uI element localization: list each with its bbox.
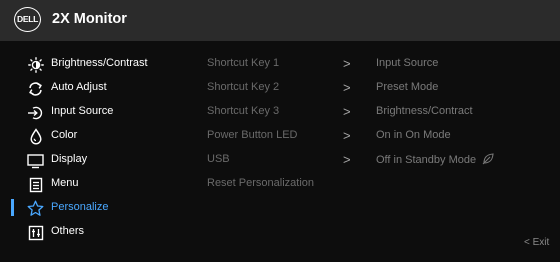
menu-item-label: Input Source [51, 105, 114, 117]
exit-button[interactable]: < Exit [524, 237, 549, 248]
menu-item-auto-adjust[interactable]: Auto Adjust [0, 77, 200, 99]
others-icon [27, 224, 44, 241]
star-icon [27, 200, 44, 217]
usb-option[interactable]: USB [207, 153, 230, 165]
color-icon [27, 128, 44, 145]
shortcut-key-2-option[interactable]: Shortcut Key 2 [207, 81, 279, 93]
menu-item-display[interactable]: Display [0, 149, 200, 171]
display-icon [27, 152, 44, 169]
menu-item-label: Menu [51, 177, 79, 189]
menu-item-input-source[interactable]: Input Source [0, 101, 200, 123]
menu-item-brightness-contrast[interactable]: Brightness/Contrast [0, 53, 200, 75]
shortcut-key-1-option[interactable]: Shortcut Key 1 [207, 57, 279, 69]
osd-header: DELL 2X Monitor [0, 0, 560, 41]
menu-item-color[interactable]: Color [0, 125, 200, 147]
energy-saving-icon [482, 153, 494, 165]
monitor-title: 2X Monitor [52, 11, 127, 27]
chevron-right-icon: > [343, 152, 351, 167]
dell-logo: DELL [14, 7, 41, 32]
menu-item-personalize[interactable]: Personalize [0, 197, 200, 219]
menu-item-label: Color [51, 129, 78, 141]
menu-item-menu[interactable]: Menu [0, 173, 200, 195]
brightness-icon [27, 56, 44, 73]
usb-value-text: Off in Standby Mode [376, 154, 477, 166]
chevron-right-icon: > [343, 80, 351, 95]
shortcut-key-2-value: Preset Mode [376, 81, 439, 93]
power-button-led-option[interactable]: Power Button LED [207, 129, 298, 141]
menu-item-label: Auto Adjust [51, 81, 107, 93]
reset-personalization-option[interactable]: Reset Personalization [207, 177, 314, 189]
menu-icon [27, 176, 44, 193]
menu-item-label: Display [51, 153, 88, 165]
power-button-led-value: On in On Mode [376, 129, 451, 141]
shortcut-key-1-value: Input Source [376, 57, 439, 69]
input-source-icon [27, 104, 44, 121]
menu-item-label: Others [51, 225, 85, 237]
menu-item-others[interactable]: Others [0, 221, 200, 243]
chevron-right-icon: > [343, 128, 351, 143]
shortcut-key-3-value: Brightness/Contract [376, 105, 473, 117]
menu-item-label: Brightness/Contrast [51, 57, 148, 69]
usb-value: Off in Standby Mode [376, 153, 494, 166]
menu-item-label: Personalize [51, 201, 109, 213]
auto-adjust-icon [27, 80, 44, 97]
shortcut-key-3-option[interactable]: Shortcut Key 3 [207, 105, 279, 117]
chevron-right-icon: > [343, 104, 351, 119]
chevron-right-icon: > [343, 56, 351, 71]
